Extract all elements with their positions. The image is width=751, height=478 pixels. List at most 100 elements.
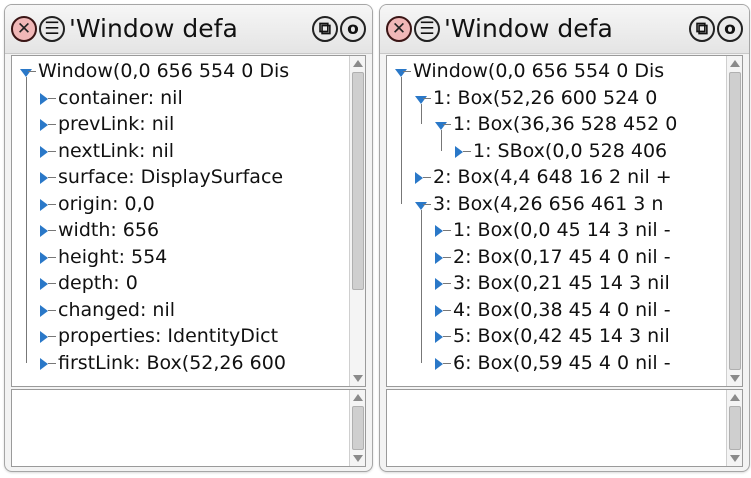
- tree-node-label[interactable]: surface: DisplaySurface: [58, 164, 283, 191]
- tree-node-label[interactable]: 2: Box(0,17 45 4 0 nil -: [453, 244, 671, 271]
- scroll-down-icon[interactable]: [353, 375, 363, 382]
- tree-pane[interactable]: Window(0,0 656 554 0 Dis 1: Box(52,26 600…: [386, 55, 743, 387]
- close-icon[interactable]: ✕: [386, 16, 412, 42]
- scroll-up-icon[interactable]: [730, 60, 740, 67]
- tree-row[interactable]: container: nil: [12, 85, 349, 112]
- collapse-icon[interactable]: ⧉: [689, 16, 715, 42]
- window-menu-icon[interactable]: ☰: [414, 16, 440, 42]
- tree-row[interactable]: Window(0,0 656 554 0 Dis: [12, 58, 349, 85]
- tree-node-label[interactable]: firstLink: Box(52,26 600: [58, 350, 286, 377]
- scroll-down-icon[interactable]: [353, 455, 363, 462]
- collapsed-arrow-icon[interactable]: [435, 225, 443, 237]
- collapsed-arrow-icon[interactable]: [435, 331, 443, 343]
- tree-node-label[interactable]: 5: Box(0,42 45 14 3 nil: [453, 323, 670, 350]
- tree-node-label[interactable]: 6: Box(0,59 45 4 0 nil -: [453, 350, 671, 377]
- collapsed-arrow-icon[interactable]: [40, 331, 48, 343]
- tree-connector: [48, 283, 56, 284]
- tree-connector: [443, 230, 451, 231]
- tree-node-label[interactable]: depth: 0: [58, 270, 138, 297]
- tree-row[interactable]: 5: Box(0,42 45 14 3 nil: [387, 323, 726, 350]
- tree-pane[interactable]: Window(0,0 656 554 0 Dis container: nil pr…: [11, 55, 366, 387]
- tree-row[interactable]: nextLink: nil: [12, 138, 349, 165]
- tree-node-label[interactable]: Window(0,0 656 554 0 Dis: [38, 58, 289, 85]
- collapsed-arrow-icon[interactable]: [435, 251, 443, 264]
- tree-rows: Window(0,0 656 554 0 Dis 1: Box(52,26 600…: [387, 58, 726, 386]
- tree-row[interactable]: Window(0,0 656 554 0 Dis: [387, 58, 726, 85]
- expand-icon[interactable]: o: [717, 16, 743, 42]
- tree-row[interactable]: 3: Box(0,21 45 14 3 nil: [387, 270, 726, 297]
- collapsed-arrow-icon[interactable]: [40, 198, 48, 211]
- scroll-up-icon[interactable]: [353, 60, 363, 67]
- tree-node-label[interactable]: 3: Box(0,21 45 14 3 nil: [453, 270, 670, 297]
- tree-node-label[interactable]: properties: IdentityDict: [58, 323, 278, 350]
- collapsed-arrow-icon[interactable]: [435, 278, 443, 290]
- scroll-thumb[interactable]: [352, 72, 364, 290]
- tree-node-label[interactable]: 4: Box(0,38 45 4 0 nil -: [453, 297, 671, 324]
- tree-row[interactable]: origin: 0,0: [12, 191, 349, 218]
- collapsed-arrow-icon[interactable]: [40, 119, 48, 131]
- scroll-up-icon[interactable]: [353, 394, 363, 401]
- tree-node-label[interactable]: 2: Box(4,4 648 16 2 nil +: [433, 164, 672, 191]
- tree-node-label[interactable]: origin: 0,0: [58, 191, 155, 218]
- collapse-icon[interactable]: ⧉: [312, 16, 338, 42]
- tree-node-label[interactable]: changed: nil: [58, 297, 175, 324]
- collapsed-arrow-icon[interactable]: [415, 172, 423, 184]
- tree-row[interactable]: 2: Box(0,17 45 4 0 nil -: [387, 244, 726, 271]
- tree-node-label[interactable]: 3: Box(4,26 656 461 3 n: [433, 191, 663, 218]
- tree-row[interactable]: surface: DisplaySurface: [12, 164, 349, 191]
- title-bar[interactable]: ✕ ☰ 'Window defa ⧉ o: [5, 5, 372, 54]
- collapsed-arrow-icon[interactable]: [435, 304, 443, 317]
- collapsed-arrow-icon[interactable]: [40, 172, 48, 184]
- tree-node-label[interactable]: 1: Box(52,26 600 524 0: [433, 85, 657, 112]
- collapsed-arrow-icon[interactable]: [40, 145, 48, 158]
- collapsed-arrow-icon[interactable]: [40, 278, 48, 290]
- scroll-thumb[interactable]: [352, 406, 364, 450]
- tree-row[interactable]: 6: Box(0,59 45 4 0 nil -: [387, 350, 726, 377]
- tree-row[interactable]: 1: Box(36,36 528 452 0: [387, 111, 726, 138]
- collapsed-arrow-icon[interactable]: [455, 145, 463, 158]
- window-menu-icon[interactable]: ☰: [39, 16, 65, 42]
- tree-row[interactable]: height: 554: [12, 244, 349, 271]
- tree-node-label[interactable]: prevLink: nil: [58, 111, 174, 138]
- scroll-up-icon[interactable]: [730, 394, 740, 401]
- collapsed-arrow-icon[interactable]: [40, 304, 48, 317]
- scroll-down-icon[interactable]: [730, 455, 740, 462]
- tree-row[interactable]: 1: SBox(0,0 528 406: [387, 138, 726, 165]
- scroll-thumb[interactable]: [729, 72, 741, 370]
- tree-node-label[interactable]: 1: SBox(0,0 528 406: [473, 138, 667, 165]
- close-icon[interactable]: ✕: [11, 16, 37, 42]
- text-scrollbar[interactable]: [349, 390, 365, 466]
- collapsed-arrow-icon[interactable]: [40, 92, 48, 105]
- tree-node-label[interactable]: nextLink: nil: [58, 138, 174, 165]
- tree-row[interactable]: depth: 0: [12, 270, 349, 297]
- text-pane[interactable]: [11, 389, 366, 467]
- collapsed-arrow-icon[interactable]: [40, 225, 48, 237]
- tree-row[interactable]: prevLink: nil: [12, 111, 349, 138]
- collapsed-arrow-icon[interactable]: [40, 251, 48, 264]
- collapsed-arrow-icon[interactable]: [435, 357, 443, 370]
- title-bar[interactable]: ✕ ☰ 'Window defa ⧉ o: [380, 5, 749, 54]
- expand-icon[interactable]: o: [340, 16, 366, 42]
- tree-row[interactable]: 4: Box(0,38 45 4 0 nil -: [387, 297, 726, 324]
- scroll-down-icon[interactable]: [730, 375, 740, 382]
- tree-row[interactable]: 3: Box(4,26 656 461 3 n: [387, 191, 726, 218]
- tree-row[interactable]: firstLink: Box(52,26 600: [12, 350, 349, 377]
- tree-row[interactable]: 1: Box(0,0 45 14 3 nil -: [387, 217, 726, 244]
- tree-row[interactable]: properties: IdentityDict: [12, 323, 349, 350]
- tree-scrollbar[interactable]: [726, 56, 742, 386]
- scroll-thumb[interactable]: [729, 406, 741, 450]
- tree-row[interactable]: 1: Box(52,26 600 524 0: [387, 85, 726, 112]
- tree-row[interactable]: width: 656: [12, 217, 349, 244]
- tree-node-label[interactable]: Window(0,0 656 554 0 Dis: [413, 58, 664, 85]
- tree-node-label[interactable]: height: 554: [58, 244, 167, 271]
- tree-scrollbar[interactable]: [349, 56, 365, 386]
- text-pane[interactable]: [386, 389, 743, 467]
- tree-node-label[interactable]: 1: Box(36,36 528 452 0: [453, 111, 677, 138]
- tree-node-label[interactable]: width: 656: [58, 217, 159, 244]
- tree-node-label[interactable]: container: nil: [58, 85, 183, 112]
- tree-node-label[interactable]: 1: Box(0,0 45 14 3 nil -: [453, 217, 671, 244]
- text-scrollbar[interactable]: [726, 390, 742, 466]
- tree-row[interactable]: 2: Box(4,4 648 16 2 nil +: [387, 164, 726, 191]
- collapsed-arrow-icon[interactable]: [40, 357, 48, 370]
- tree-row[interactable]: changed: nil: [12, 297, 349, 324]
